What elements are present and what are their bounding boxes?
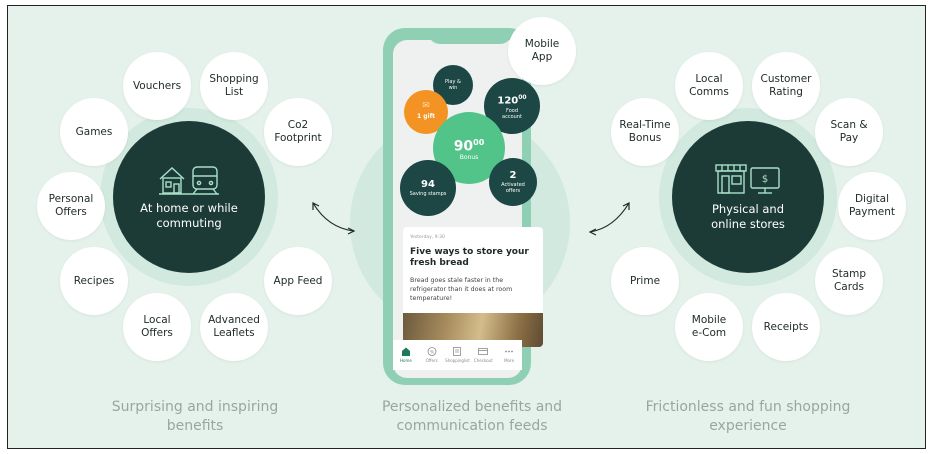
bubble-prime: Prime bbox=[611, 247, 679, 315]
bubble-real-time-bonus: Real-Time Bonus bbox=[611, 98, 679, 166]
bubble-customer-rating: Customer Rating bbox=[752, 52, 820, 120]
nav-checkout[interactable]: Checkout bbox=[471, 347, 495, 363]
nav-shoppinglist[interactable]: Shoppinglist bbox=[445, 347, 470, 363]
nav-offers[interactable]: % Offers bbox=[420, 347, 444, 363]
bubble-local-comms: Local Comms bbox=[675, 52, 743, 120]
nav-more[interactable]: More bbox=[497, 347, 521, 363]
right-caption: Frictionless and fun shopping experience bbox=[645, 399, 851, 434]
bubble-mobile-e-com: Mobile e-Com bbox=[675, 293, 743, 361]
right-hub: $ Physical and online stores bbox=[672, 121, 824, 273]
feed-card[interactable]: Yesterday, 9:30 Five ways to store your … bbox=[403, 227, 543, 347]
bubble-digital-payment: Digital Payment bbox=[838, 172, 906, 240]
percent-icon: % bbox=[427, 347, 437, 356]
bubble-scan-pay: Scan & Pay bbox=[815, 98, 883, 166]
list-icon bbox=[453, 347, 462, 356]
feed-date: Yesterday, 9:30 bbox=[410, 235, 445, 240]
bubble-stamp-cards: Stamp Cards bbox=[815, 247, 883, 315]
saving-stamps-circle[interactable]: 94 Saving stamps bbox=[400, 160, 456, 216]
activated-offers-circle[interactable]: 2 Activated offers bbox=[489, 158, 537, 206]
home-icon bbox=[401, 347, 410, 356]
center-caption: Personalized benefits and communication … bbox=[381, 399, 563, 434]
svg-text:$: $ bbox=[762, 174, 768, 185]
phone-bottom-nav: Home % Offers Shoppinglist Checkout More bbox=[393, 340, 522, 370]
bubble-receipts: Receipts bbox=[752, 293, 820, 361]
card-icon bbox=[478, 348, 489, 355]
gift-icon: ✉ bbox=[422, 101, 430, 111]
svg-text:%: % bbox=[430, 349, 435, 355]
right-hub-label: Physical and online stores bbox=[711, 202, 785, 231]
feed-title: Five ways to store your fresh bread bbox=[410, 247, 529, 268]
phone-notch bbox=[428, 30, 512, 44]
nav-home[interactable]: Home bbox=[394, 347, 418, 363]
store-screen-icon: $ bbox=[715, 164, 780, 194]
feed-text: Bread goes stale faster in the refrigera… bbox=[410, 277, 513, 302]
bubble-mobile-app: Mobile App bbox=[508, 17, 576, 85]
more-dots-icon bbox=[505, 350, 513, 353]
